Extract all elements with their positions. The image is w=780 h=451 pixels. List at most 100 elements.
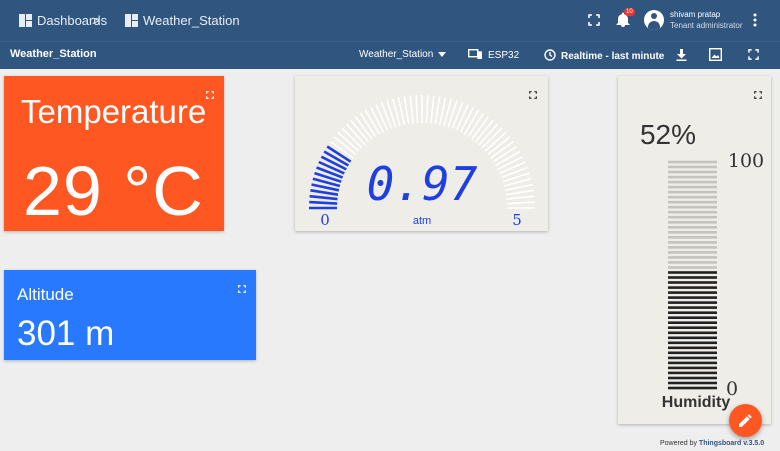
gauge-tick-empty [451, 102, 464, 129]
humidity-bar-filled [668, 331, 717, 335]
gauge-tick-empty [375, 104, 389, 131]
humidity-bar-gauge: 52% 100 0 Humidity [640, 119, 764, 411]
humidity-bar-empty [668, 160, 717, 164]
humidity-bar-filled [668, 381, 717, 385]
pressure-gauge-widget: 0.97 0 atm 5 [295, 76, 548, 231]
humidity-bar-empty [668, 256, 717, 259]
pressure-value: 0.97 [367, 157, 478, 211]
gauge-tick-empty [430, 95, 435, 124]
humidity-bar-empty [668, 215, 717, 219]
widget-fullscreen-icon[interactable] [529, 86, 537, 104]
dashboard-icon [125, 14, 138, 27]
humidity-value: 52% [640, 119, 696, 150]
gauge-tick-empty [409, 95, 414, 124]
state-select-value: Weather_Station [359, 49, 434, 60]
user-name: shivam pratap [670, 10, 721, 19]
humidity-label: Humidity [662, 394, 731, 411]
humidity-bar-filled [668, 271, 717, 274]
humidity-bar-filled [668, 371, 717, 375]
humidity-bar-empty [668, 205, 717, 209]
humidity-bar-filled [668, 296, 717, 299]
devices-icon [467, 48, 482, 62]
gauge-tick-empty [415, 95, 419, 124]
humidity-bar-filled [668, 336, 717, 340]
gauge-tick-empty [434, 96, 441, 125]
pressure-min-label: 0 [320, 211, 330, 229]
humidity-bar-empty [668, 236, 717, 239]
humidity-bar-empty [668, 165, 717, 169]
humidity-bar-filled [668, 376, 717, 380]
humidity-bar-empty [668, 210, 717, 214]
dashboards-icon [19, 14, 32, 27]
widget-fullscreen-icon[interactable] [238, 280, 246, 298]
pressure-units: atm [413, 215, 431, 227]
humidity-bar-filled [668, 306, 717, 309]
pencil-icon [739, 414, 752, 432]
entity-alias-label: ESP32 [488, 50, 520, 61]
fullscreen-dashboard-icon[interactable] [748, 49, 759, 60]
altitude-value: 301 m [17, 314, 115, 353]
more-vert-icon[interactable] [753, 13, 757, 27]
powered-by-footer: Powered by Thingsboard v.3.5.0 [660, 440, 764, 447]
user-menu[interactable]: shivam pratap Tenant administrator [644, 9, 742, 31]
breadcrumb-separator: > [92, 13, 100, 28]
gauge-tick-empty [506, 201, 535, 205]
humidity-bar-empty [668, 261, 717, 264]
humidity-bar-empty [668, 170, 717, 174]
humidity-bar-filled [668, 386, 717, 390]
state-select[interactable]: Weather_Station [359, 49, 447, 60]
humidity-max-label: 100 [728, 150, 764, 172]
gauge-tick-empty [501, 166, 528, 179]
humidity-bar-empty [668, 195, 717, 199]
pressure-max-label: 5 [512, 211, 522, 229]
download-icon[interactable] [676, 49, 687, 61]
edit-dashboard-button[interactable] [729, 404, 762, 437]
gauge-tick-empty [506, 195, 535, 200]
temperature-value: 29 °C [23, 152, 204, 230]
top-app-bar: Dashboards > Weather_Station 10 shivam p… [0, 0, 780, 41]
timewindow-button[interactable]: Realtime - last minute [544, 49, 664, 64]
humidity-bar-filled [668, 281, 717, 284]
humidity-bar-empty [668, 231, 717, 234]
powered-by-link[interactable]: Thingsboard v.3.5.0 [699, 440, 764, 447]
humidity-bar-filled [668, 321, 717, 324]
humidity-bar-empty [668, 251, 717, 254]
gauge-tick-empty [455, 104, 469, 131]
humidity-bar-filled [668, 366, 717, 370]
fullscreen-icon[interactable] [588, 14, 600, 26]
gauge-tick-filled [309, 194, 338, 201]
humidity-bar-filled [668, 356, 717, 360]
humidity-bar-empty [668, 246, 717, 249]
gauge-tick-filled [309, 200, 338, 205]
user-role: Tenant administrator [670, 21, 743, 30]
humidity-bar-filled [668, 351, 717, 355]
widget-fullscreen-icon[interactable] [754, 86, 762, 104]
altitude-widget: Altitude 301 m [4, 270, 256, 360]
dashboard-title: Weather_Station [10, 48, 97, 60]
humidity-bar-filled [668, 341, 717, 345]
humidity-bar-empty [668, 266, 717, 269]
entity-alias-select[interactable]: ESP32 [467, 48, 520, 62]
dropdown-arrow-icon [438, 49, 447, 60]
export-image-icon[interactable] [709, 48, 722, 61]
humidity-widget: 52% 100 0 Humidity [618, 76, 771, 424]
clock-icon [544, 49, 556, 64]
humidity-bar-empty [668, 180, 717, 184]
humidity-bar-empty [668, 185, 717, 189]
timewindow-label: Realtime - last minute [561, 51, 665, 62]
account-circle-icon [644, 10, 664, 30]
gauge-tick-empty [403, 96, 410, 125]
notifications-count-badge: 10 [624, 8, 635, 16]
temperature-widget: Temperature 29 °C [4, 76, 224, 231]
humidity-bar-filled [668, 291, 717, 294]
breadcrumb-current: Weather_Station [125, 13, 240, 28]
gauge-tick-empty [505, 189, 534, 196]
humidity-bar-filled [668, 276, 717, 279]
humidity-bar-empty [668, 200, 717, 204]
humidity-bar-empty [668, 221, 717, 224]
humidity-bar-filled [668, 316, 717, 319]
temperature-title: Temperature [21, 93, 207, 130]
widget-fullscreen-icon[interactable] [206, 86, 214, 104]
humidity-bar-filled [668, 361, 717, 365]
humidity-bar-filled [668, 301, 717, 304]
